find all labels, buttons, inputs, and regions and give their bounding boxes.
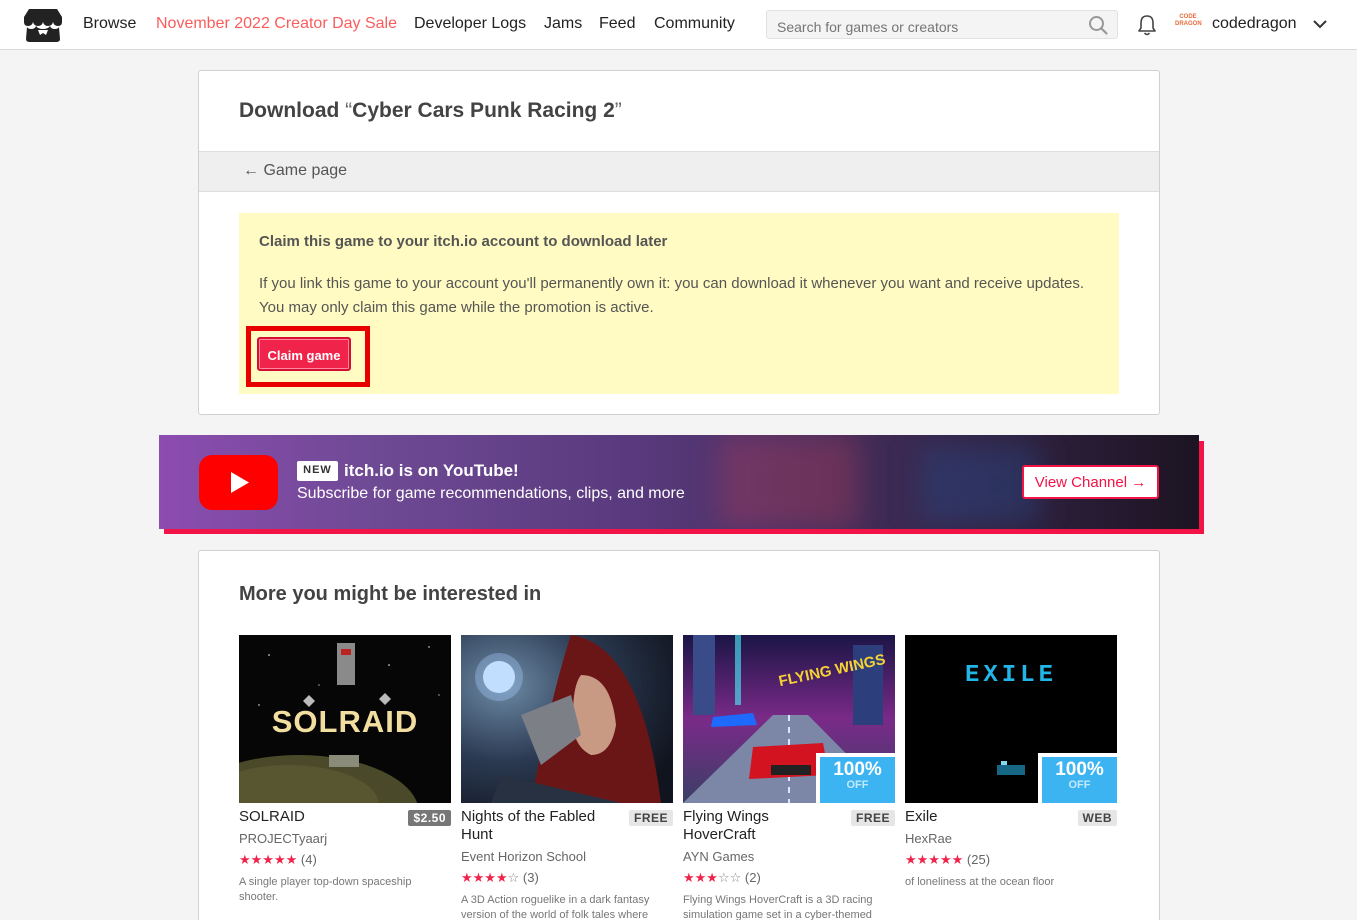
youtube-banner[interactable]: NEW itch.io is on YouTube! Subscribe for… bbox=[159, 435, 1199, 529]
game-description: of loneliness at the ocean floor bbox=[905, 876, 1055, 888]
youtube-banner-subtitle: Subscribe for game recommendations, clip… bbox=[297, 485, 685, 502]
game-author[interactable]: HexRae bbox=[905, 831, 952, 846]
game-description: Flying Wings HoverCraft is a 3D racing s… bbox=[683, 894, 873, 920]
avatar[interactable]: CODE DRAGON bbox=[1175, 14, 1202, 34]
game-rating: ★★★★★ (4) bbox=[239, 852, 317, 867]
game-rating: ★★★★☆ (3) bbox=[461, 870, 539, 885]
game-author[interactable]: AYN Games bbox=[683, 849, 754, 864]
star-rating-icon: ★★★★☆ bbox=[461, 870, 520, 885]
claim-title: Claim this game to your itch.io account … bbox=[259, 233, 668, 250]
youtube-banner-title: itch.io is on YouTube! bbox=[344, 461, 519, 480]
game-cell[interactable]: SOLRAID SOLRAID $2.50 PROJECTyaarj ★★★★★… bbox=[179, 635, 451, 903]
thumb-title-text: SOLRAID bbox=[272, 704, 419, 739]
price-badge: FREE bbox=[850, 810, 895, 826]
nav-developer-logs[interactable]: Developer Logs bbox=[414, 15, 526, 33]
discount-badge: 100% OFF bbox=[816, 753, 895, 803]
page-title: Download “Cyber Cars Punk Racing 2” bbox=[239, 99, 622, 122]
claim-description: If you link this game to your account yo… bbox=[259, 275, 1084, 316]
bell-icon[interactable] bbox=[1136, 13, 1158, 37]
nav-feed[interactable]: Feed bbox=[599, 15, 635, 33]
price-badge: FREE bbox=[628, 810, 673, 826]
claim-button-highlight: Claim game bbox=[246, 326, 370, 387]
recommendations-card: More you might be interested in SOLRAID … bbox=[179, 550, 1160, 920]
search-icon[interactable] bbox=[1088, 15, 1108, 35]
search-input[interactable] bbox=[766, 10, 1118, 39]
game-thumbnail[interactable] bbox=[461, 635, 673, 803]
nav-jams[interactable]: Jams bbox=[544, 15, 582, 33]
discount-badge: 100% OFF bbox=[1038, 753, 1117, 803]
recommendations-heading: More you might be interested in bbox=[239, 583, 542, 605]
game-title[interactable]: Nights of the Fabled Hunt bbox=[461, 808, 611, 844]
price-badge: $2.50 bbox=[408, 810, 451, 826]
star-rating-icon: ★★★★★ bbox=[239, 852, 298, 867]
download-card: Download “Cyber Cars Punk Racing 2” ← Ga… bbox=[198, 70, 1160, 415]
nav-community[interactable]: Community bbox=[654, 15, 735, 33]
game-title[interactable]: Exile bbox=[905, 808, 1055, 826]
game-title[interactable]: SOLRAID bbox=[239, 808, 389, 826]
star-rating-icon: ★★★☆☆ bbox=[683, 870, 742, 885]
breadcrumb: ← Game page bbox=[199, 151, 1159, 192]
game-description: A single player top-down spaceship shoot… bbox=[239, 876, 412, 903]
chevron-down-icon[interactable] bbox=[1312, 18, 1328, 30]
game-title[interactable]: Flying Wings HoverCraft bbox=[683, 808, 833, 844]
claim-notice: Claim this game to your itch.io account … bbox=[239, 213, 1119, 394]
price-badge: WEB bbox=[1077, 810, 1117, 826]
view-channel-button[interactable]: View Channel → bbox=[1022, 465, 1159, 499]
nav-browse[interactable]: Browse bbox=[83, 15, 136, 33]
itchio-logo-icon[interactable] bbox=[23, 7, 63, 43]
new-badge: NEW bbox=[297, 461, 338, 481]
thumb-title-text: EXILE bbox=[965, 662, 1057, 689]
back-to-game-page-link[interactable]: ← Game page bbox=[243, 162, 347, 180]
game-description: A 3D Action roguelike in a dark fantasy … bbox=[461, 894, 650, 920]
game-cell[interactable]: Nights of the Fabled Hunt FREE Event Hor… bbox=[461, 635, 673, 920]
game-author[interactable]: Event Horizon School bbox=[461, 849, 586, 864]
game-name: Cyber Cars Punk Racing 2 bbox=[352, 99, 615, 122]
star-rating-icon: ★★★★★ bbox=[905, 852, 964, 867]
top-header: Browse November 2022 Creator Day Sale De… bbox=[0, 0, 1357, 50]
username[interactable]: codedragon bbox=[1212, 15, 1297, 33]
nav-sale[interactable]: November 2022 Creator Day Sale bbox=[156, 15, 397, 33]
game-rating: ★★★☆☆ (2) bbox=[683, 870, 761, 885]
claim-game-button[interactable]: Claim game bbox=[257, 337, 351, 371]
game-author[interactable]: PROJECTyaarj bbox=[239, 831, 327, 846]
game-thumbnail[interactable]: SOLRAID bbox=[179, 635, 451, 871]
youtube-logo-icon[interactable] bbox=[199, 455, 278, 510]
game-rating: ★★★★★ (25) bbox=[905, 852, 991, 867]
